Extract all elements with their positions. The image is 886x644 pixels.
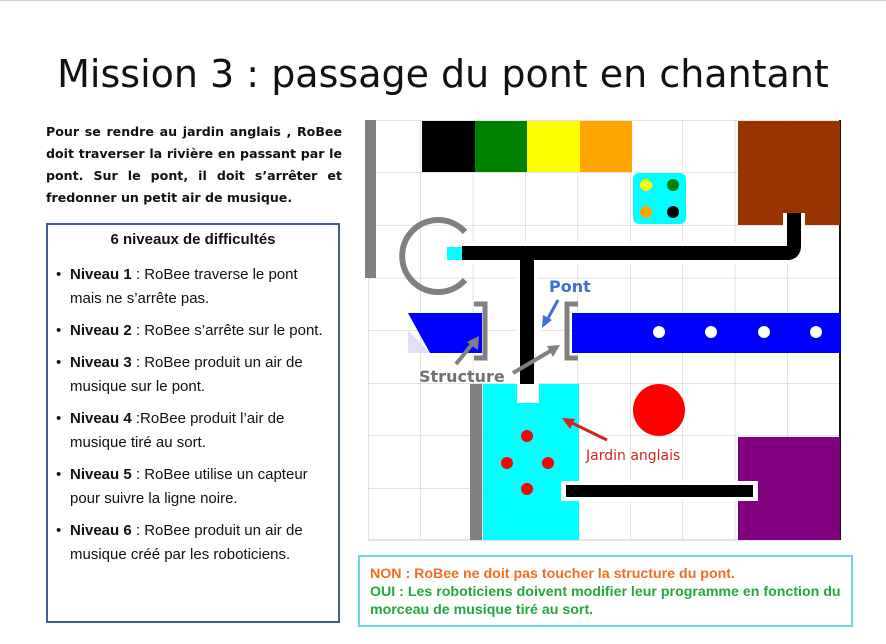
- swatch-yellow: [527, 121, 580, 172]
- color-swatches: [422, 121, 632, 172]
- structure-label: Structure: [419, 367, 505, 386]
- pont-label: Pont: [549, 277, 591, 296]
- english-garden: [470, 384, 579, 540]
- bottom-black-line: [561, 481, 758, 501]
- red-circle: [633, 384, 685, 436]
- dice-icon: [633, 173, 686, 224]
- left-wall: [365, 120, 376, 278]
- brown-zone: [738, 121, 840, 225]
- note-non: NON : RoBee ne doit pas toucher la struc…: [370, 566, 735, 582]
- swatch-black: [422, 121, 475, 172]
- note-box: NON : RoBee ne doit pas toucher la struc…: [358, 555, 853, 627]
- swatch-green: [475, 121, 527, 172]
- mission-map: Pont Structure Jardin anglais: [365, 120, 841, 541]
- swatch-orange: [580, 121, 632, 172]
- river: [408, 313, 841, 353]
- note-oui: OUI : Les roboticiens doivent modifier l…: [370, 584, 841, 618]
- jardin-label: Jardin anglais: [585, 448, 680, 464]
